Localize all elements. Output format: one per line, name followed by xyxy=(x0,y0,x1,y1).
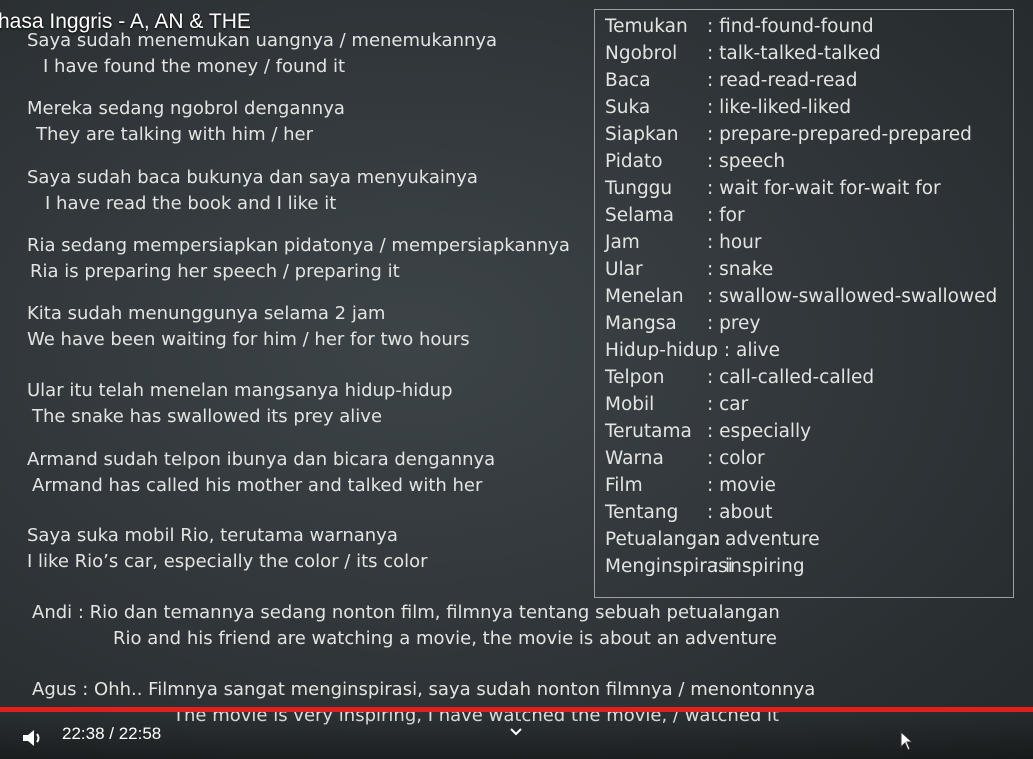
vocab-meaning: : movie xyxy=(707,475,776,496)
vocab-meaning: : car xyxy=(707,394,749,415)
vocab-row: Jam : hour xyxy=(605,232,762,253)
vocab-word: Petualangan xyxy=(605,529,721,550)
vocab-meaning: : call-called-called xyxy=(707,367,875,388)
sentence-line: The snake has swallowed its prey alive xyxy=(32,406,383,427)
video-title: hasa Inggris - A, AN & THE xyxy=(0,10,251,33)
chevron-down-icon[interactable] xyxy=(508,724,524,738)
sentence-line: Armand has called his mother and talked … xyxy=(32,475,483,496)
vocab-word: Tentang xyxy=(605,502,679,523)
vocab-word: Jam xyxy=(605,232,640,253)
vocab-row: Pidato : speech xyxy=(605,151,785,172)
vocab-row: Mobil : car xyxy=(605,394,748,415)
vocab-word: Mobil xyxy=(605,394,655,415)
vocab-row: Siapkan : prepare-prepared-prepared xyxy=(605,124,972,145)
vocab-row: Temukan : find-found-found xyxy=(605,16,874,37)
video-frame[interactable]: hasa Inggris - A, AN & THE Saya sudah me… xyxy=(0,0,1033,759)
vocab-row: Ngobrol : talk-talked-talked xyxy=(605,43,881,64)
vocab-meaning: : about xyxy=(707,502,773,523)
vocab-row: Terutama : especially xyxy=(605,421,811,442)
vocab-meaning: : prepare-prepared-prepared xyxy=(707,124,972,145)
vocab-row: Suka : like-liked-liked xyxy=(605,97,851,118)
sentence-line: I like Rio’s car, especially the color /… xyxy=(27,551,428,572)
vocab-word: Terutama xyxy=(605,421,692,442)
vocab-row: Petualangan : adventure xyxy=(605,529,820,550)
vocab-meaning: : prey xyxy=(707,313,761,334)
sentence-line: Armand sudah telpon ibunya dan bicara de… xyxy=(27,449,496,470)
vocab-row: Film : movie xyxy=(605,475,776,496)
sentence-line: Mereka sedang ngobrol dengannya xyxy=(27,98,345,119)
vocab-meaning: : swallow-swallowed-swallowed xyxy=(707,286,998,307)
sentence-line: Saya sudah baca bukunya dan saya menyuka… xyxy=(27,167,478,188)
player-controls: 22:38 / 22:58 xyxy=(0,712,1033,759)
vocab-meaning: : speech xyxy=(707,151,786,172)
vocab-meaning: : adventure xyxy=(707,529,820,550)
sentence-line: Kita sudah menunggunya selama 2 jam xyxy=(27,303,386,324)
vocab-word: Suka xyxy=(605,97,651,118)
vocab-word: Hidup-hidup : alive xyxy=(605,340,780,361)
vocab-word: Ular xyxy=(605,259,643,280)
sentence-line: Agus : Ohh.. Filmnya sangat menginspiras… xyxy=(32,679,816,700)
sentence-line: Saya suka mobil Rio, terutama warnanya xyxy=(27,525,398,546)
vocab-meaning: : read-read-read xyxy=(707,70,858,91)
sentence-line: Ria is preparing her speech / preparing … xyxy=(30,261,400,282)
vocab-row: Tentang : about xyxy=(605,502,773,523)
sentence-line: Andi : Rio dan temannya sedang nonton fi… xyxy=(32,602,780,623)
vocab-meaning: : inspiring xyxy=(707,556,805,577)
vocab-row: Baca : read-read-read xyxy=(605,70,857,91)
vocab-meaning: : snake xyxy=(707,259,774,280)
vocab-row: Tunggu : wait for-wait for-wait for xyxy=(605,178,941,199)
vocab-row: Ular : snake xyxy=(605,259,773,280)
vocab-meaning: : wait for-wait for-wait for xyxy=(707,178,941,199)
vocab-row: Hidup-hidup : alive xyxy=(605,340,780,361)
vocab-meaning: : especially xyxy=(707,421,812,442)
vocab-row: Menelan : swallow-swallowed-swallowed xyxy=(605,286,997,307)
vocab-word: Menelan xyxy=(605,286,684,307)
vocab-word: Selama xyxy=(605,205,674,226)
vocab-word: Tunggu xyxy=(605,178,673,199)
vocab-word: Siapkan xyxy=(605,124,679,145)
sentence-line: We have been waiting for him / her for t… xyxy=(27,329,470,350)
vocab-row: Selama : for xyxy=(605,205,745,226)
vocab-word: Pidato xyxy=(605,151,663,172)
vocab-row: Telpon : call-called-called xyxy=(605,367,874,388)
sentence-line: Rio and his friend are watching a movie,… xyxy=(113,628,777,649)
vocab-meaning: : find-found-found xyxy=(707,16,874,37)
vocab-word: Telpon xyxy=(605,367,665,388)
vocab-meaning: : like-liked-liked xyxy=(707,97,852,118)
volume-icon[interactable] xyxy=(22,728,44,748)
sentence-line: I have found the money / found it xyxy=(43,56,346,77)
vocab-row: Warna : color xyxy=(605,448,765,469)
sentence-line: Ular itu telah menelan mangsanya hidup-h… xyxy=(27,380,453,401)
vocab-word: Ngobrol xyxy=(605,43,678,64)
vocab-meaning: : color xyxy=(707,448,765,469)
sentence-line: I have read the book and I like it xyxy=(45,193,337,214)
time-display: 22:38 / 22:58 xyxy=(62,724,162,743)
sentence-line: Ria sedang mempersiapkan pidatonya / mem… xyxy=(27,235,570,256)
vocab-row: Menginspirasi : inspiring xyxy=(605,556,805,577)
vocabulary-box: Temukan : find-found-found Ngobrol : talk-t… xyxy=(594,9,1014,598)
vocab-meaning: : hour xyxy=(707,232,762,253)
vocab-word: Warna xyxy=(605,448,664,469)
vocab-meaning: : for xyxy=(707,205,745,226)
vocab-row: Mangsa : prey xyxy=(605,313,760,334)
vocab-word: Baca xyxy=(605,70,651,91)
sentence-line: They are talking with him / her xyxy=(36,124,313,145)
vocab-word: Film xyxy=(605,475,643,496)
mouse-cursor-icon xyxy=(900,730,914,751)
vocab-word: Mangsa xyxy=(605,313,677,334)
vocab-meaning: : talk-talked-talked xyxy=(707,43,881,64)
vocab-word: Temukan xyxy=(605,16,688,37)
vocab-word: Menginspirasi xyxy=(605,556,733,577)
